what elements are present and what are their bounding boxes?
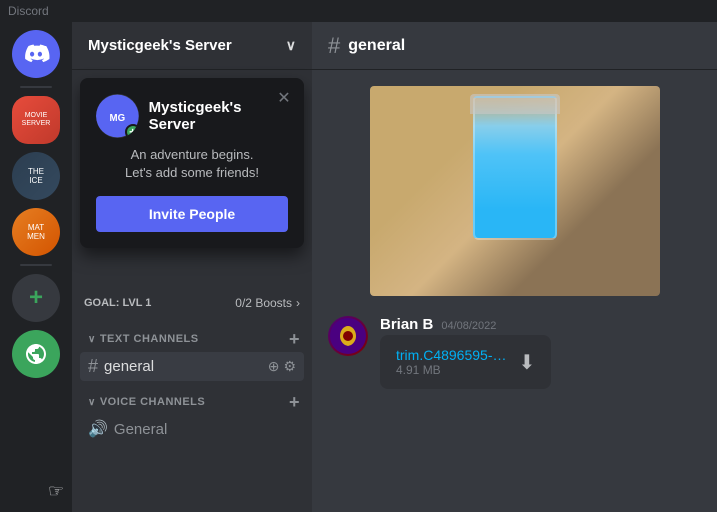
settings-icon[interactable]: ⚙ <box>283 358 296 375</box>
invite-people-button[interactable]: Invite People <box>96 196 288 232</box>
channel-header: # general <box>312 22 717 70</box>
server-ice-label: THEICE <box>28 167 44 185</box>
vikings-avatar <box>328 316 368 356</box>
voice-channels-section: ∨ VOICE CHANNELS + 🔊 General <box>72 389 312 443</box>
message-header-brian: Brian B 04/08/2022 <box>380 316 701 333</box>
boost-goal-label: GOAL: LVL 1 <box>84 297 151 309</box>
attachment-size: 4.91 MB <box>396 363 507 377</box>
popup-desc-line1: An adventure begins. <box>131 147 254 162</box>
main-content: # general <box>312 22 717 512</box>
add-server-icon: + <box>29 284 43 312</box>
text-channels-chevron-icon: ∨ <box>88 334 96 345</box>
app-layout: MOVIESERVER THEICE MATMEN + <box>0 22 717 512</box>
voice-channels-label: VOICE CHANNELS <box>100 396 205 408</box>
voice-channels-header-left: ∨ VOICE CHANNELS <box>88 396 205 408</box>
chat-image-blue-drink <box>370 86 660 296</box>
popup-add-friend-icon: + <box>125 124 139 138</box>
server-popup: ✕ MG + Mysticgeek's Server <box>80 78 304 248</box>
channel-name-general: general <box>104 358 154 375</box>
message-timestamp-brian: 04/08/2022 <box>441 320 496 332</box>
channel-header-name: general <box>348 37 405 55</box>
text-channels-section: ∨ TEXT CHANNELS + # general ⊕ ⚙ <box>72 326 312 381</box>
popup-server-avatar: MG + <box>96 94 139 138</box>
channel-item-general[interactable]: # general ⊕ ⚙ <box>80 352 304 381</box>
server-mat-label: MATMEN <box>27 223 45 241</box>
server-divider-2 <box>20 264 52 266</box>
voice-channels-header[interactable]: ∨ VOICE CHANNELS + <box>80 389 304 415</box>
message-avatar-brian <box>328 316 368 356</box>
messages-area: Brian B 04/08/2022 trim.C4896595-… 4.91 … <box>312 70 717 512</box>
server-header-chevron-icon: ∨ <box>286 37 296 54</box>
server-icon-ice[interactable]: THEICE <box>12 152 60 200</box>
boost-goal[interactable]: GOAL: LVL 1 0/2 Boosts › <box>72 288 312 318</box>
message-brian: Brian B 04/08/2022 trim.C4896595-… 4.91 … <box>328 312 701 393</box>
cursor-indicator: ☞ <box>48 481 64 502</box>
attachment-info: trim.C4896595-… 4.91 MB <box>396 347 507 377</box>
svg-text:MG: MG <box>110 113 126 124</box>
voice-channels-chevron-icon: ∨ <box>88 397 96 408</box>
text-channels-label: TEXT CHANNELS <box>100 333 199 345</box>
voice-channel-general-name: General <box>114 421 167 438</box>
boost-chevron-icon: › <box>296 296 300 310</box>
add-voice-channel-button[interactable]: + <box>289 393 300 411</box>
text-channels-header-left: ∨ TEXT CHANNELS <box>88 333 199 345</box>
popup-desc-line2: Let's add some friends! <box>125 165 259 180</box>
explore-button[interactable] <box>12 330 60 378</box>
channel-item-general-actions: ⊕ ⚙ <box>268 358 296 375</box>
popup-header-row: MG + Mysticgeek's Server <box>96 94 288 138</box>
server-item-wrapper-1: MOVIESERVER <box>12 96 60 144</box>
popup-server-name: Mysticgeek's Server <box>149 99 288 133</box>
server-icon-movie[interactable]: MOVIESERVER <box>12 96 60 144</box>
add-member-icon[interactable]: ⊕ <box>268 358 280 375</box>
attachment-name[interactable]: trim.C4896595-… <box>396 347 507 363</box>
add-server-button[interactable]: + <box>12 274 60 322</box>
text-channels-header[interactable]: ∨ TEXT CHANNELS + <box>80 326 304 352</box>
boost-goal-value: 0/2 Boosts › <box>235 296 300 310</box>
message-author-brian: Brian B <box>380 316 433 333</box>
channel-sidebar: Mysticgeek's Server ∨ ✕ MG + <box>72 22 312 512</box>
message-attachment: trim.C4896595-… 4.91 MB ⬇ <box>380 335 551 389</box>
add-text-channel-button[interactable]: + <box>289 330 300 348</box>
server-icon-mat[interactable]: MATMEN <box>12 208 60 256</box>
message-content-brian: Brian B 04/08/2022 trim.C4896595-… 4.91 … <box>380 316 701 389</box>
chat-image-container <box>328 86 701 296</box>
voice-channel-general[interactable]: 🔊 General <box>80 415 304 443</box>
server-movie-label: MOVIESERVER <box>22 112 51 129</box>
speaker-icon: 🔊 <box>88 419 108 439</box>
server-item-wrapper-3: MATMEN <box>12 208 60 256</box>
popup-close-button[interactable]: ✕ <box>274 88 294 108</box>
server-item-wrapper-2: THEICE <box>12 152 60 200</box>
download-icon[interactable]: ⬇ <box>519 350 536 375</box>
server-divider <box>20 86 52 88</box>
channel-header-hash-icon: # <box>328 33 340 59</box>
title-bar: Discord <box>0 0 717 22</box>
app-title: Discord <box>8 4 49 18</box>
server-sidebar: MOVIESERVER THEICE MATMEN + <box>0 22 72 512</box>
discord-home-button[interactable] <box>12 30 60 78</box>
server-header[interactable]: Mysticgeek's Server ∨ <box>72 22 312 70</box>
channel-hash-icon: # <box>88 356 98 377</box>
server-name: Mysticgeek's Server <box>88 37 232 54</box>
channel-item-general-left: # general <box>88 356 154 377</box>
close-icon: ✕ <box>277 88 290 108</box>
popup-description: An adventure begins. Let's add some frie… <box>96 146 288 182</box>
